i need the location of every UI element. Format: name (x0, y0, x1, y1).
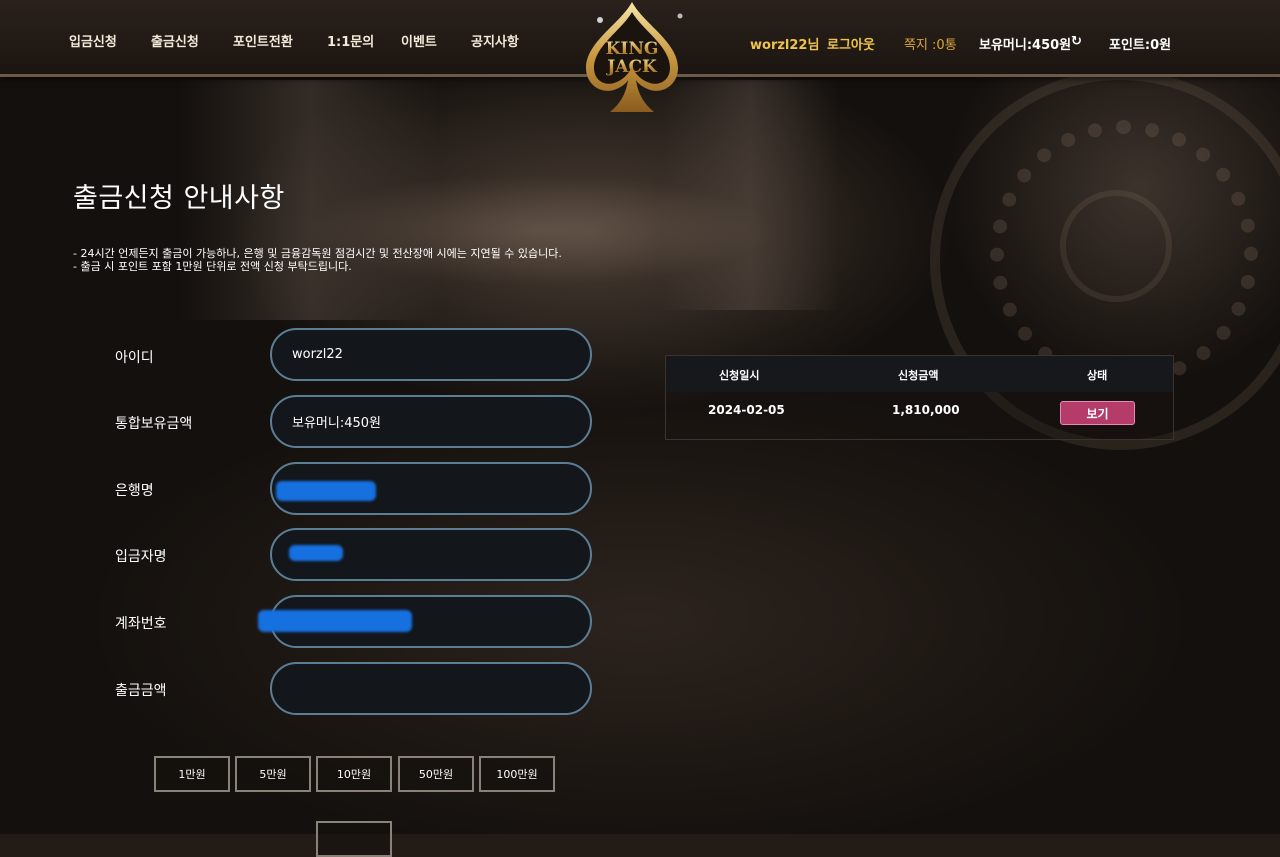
page-title: 출금신청 안내사항 (73, 183, 285, 214)
notice-line-2: - 출금 시 포인트 포함 1만원 단위로 전액 신청 부탁드립니다. (73, 260, 352, 273)
point-balance: 포인트:0원 (1109, 38, 1172, 53)
nav-inquiry[interactable]: 1:1문의 (327, 31, 374, 50)
balance-label: 통합보유금액 (115, 416, 193, 432)
depositor-label: 입금자명 (115, 549, 167, 565)
top-header: 입금신청 출금신청 포인트전환 1:1문의 이벤트 공지사항 KING JACK… (0, 0, 1280, 112)
amount-button-50000[interactable]: 5만원 (235, 756, 311, 792)
redaction-mark (289, 545, 343, 561)
amount-button-100000[interactable]: 10만원 (316, 756, 392, 792)
withdraw-amount-field[interactable] (270, 662, 592, 715)
id-label: 아이디 (115, 350, 154, 366)
refresh-icon[interactable]: ↻ (1071, 34, 1082, 49)
nav-notice[interactable]: 공지사항 (471, 31, 519, 50)
balance-field[interactable] (270, 395, 592, 448)
amount-button-1000000[interactable]: 100만원 (479, 756, 555, 792)
nav-event[interactable]: 이벤트 (401, 31, 437, 50)
nav-deposit[interactable]: 입금신청 (69, 31, 117, 50)
background-decoration (300, 175, 780, 285)
nav-withdraw[interactable]: 출금신청 (151, 31, 199, 50)
logo-text-jack: JACK (605, 57, 658, 77)
logout-link[interactable]: 로그아웃 (827, 34, 875, 53)
nav-point-exchange[interactable]: 포인트전환 (233, 31, 293, 50)
username: worzl22님 (750, 38, 820, 53)
table-header: 신청일시 신청금액 상태 (666, 356, 1173, 392)
amount-button-500000[interactable]: 50만원 (398, 756, 474, 792)
money-balance: 보유머니:450원 (979, 38, 1072, 53)
bank-label: 은행명 (115, 483, 154, 499)
vault-door-decoration (1060, 190, 1172, 302)
amount-button-10000[interactable]: 1만원 (154, 756, 230, 792)
column-header-amount: 신청금액 (898, 369, 939, 382)
withdraw-history-table: 신청일시 신청금액 상태 2024-02-05 1,810,000 보기 (665, 355, 1174, 440)
view-status-button[interactable]: 보기 (1060, 401, 1135, 425)
account-label: 계좌번호 (115, 616, 167, 632)
logo-text-king: KING (606, 39, 659, 59)
messages-link[interactable]: 쪽지 :0통 (904, 34, 957, 53)
redaction-mark (258, 610, 412, 632)
amount-label: 출금금액 (115, 683, 167, 699)
id-field[interactable] (270, 328, 592, 381)
redaction-mark (276, 481, 376, 501)
row-date: 2024-02-05 (708, 403, 785, 417)
king-jack-logo[interactable]: KING JACK (580, 0, 684, 116)
column-header-status: 상태 (1087, 369, 1108, 382)
row-amount: 1,810,000 (892, 403, 960, 417)
submit-button[interactable] (316, 821, 392, 857)
column-header-date: 신청일시 (719, 369, 760, 382)
